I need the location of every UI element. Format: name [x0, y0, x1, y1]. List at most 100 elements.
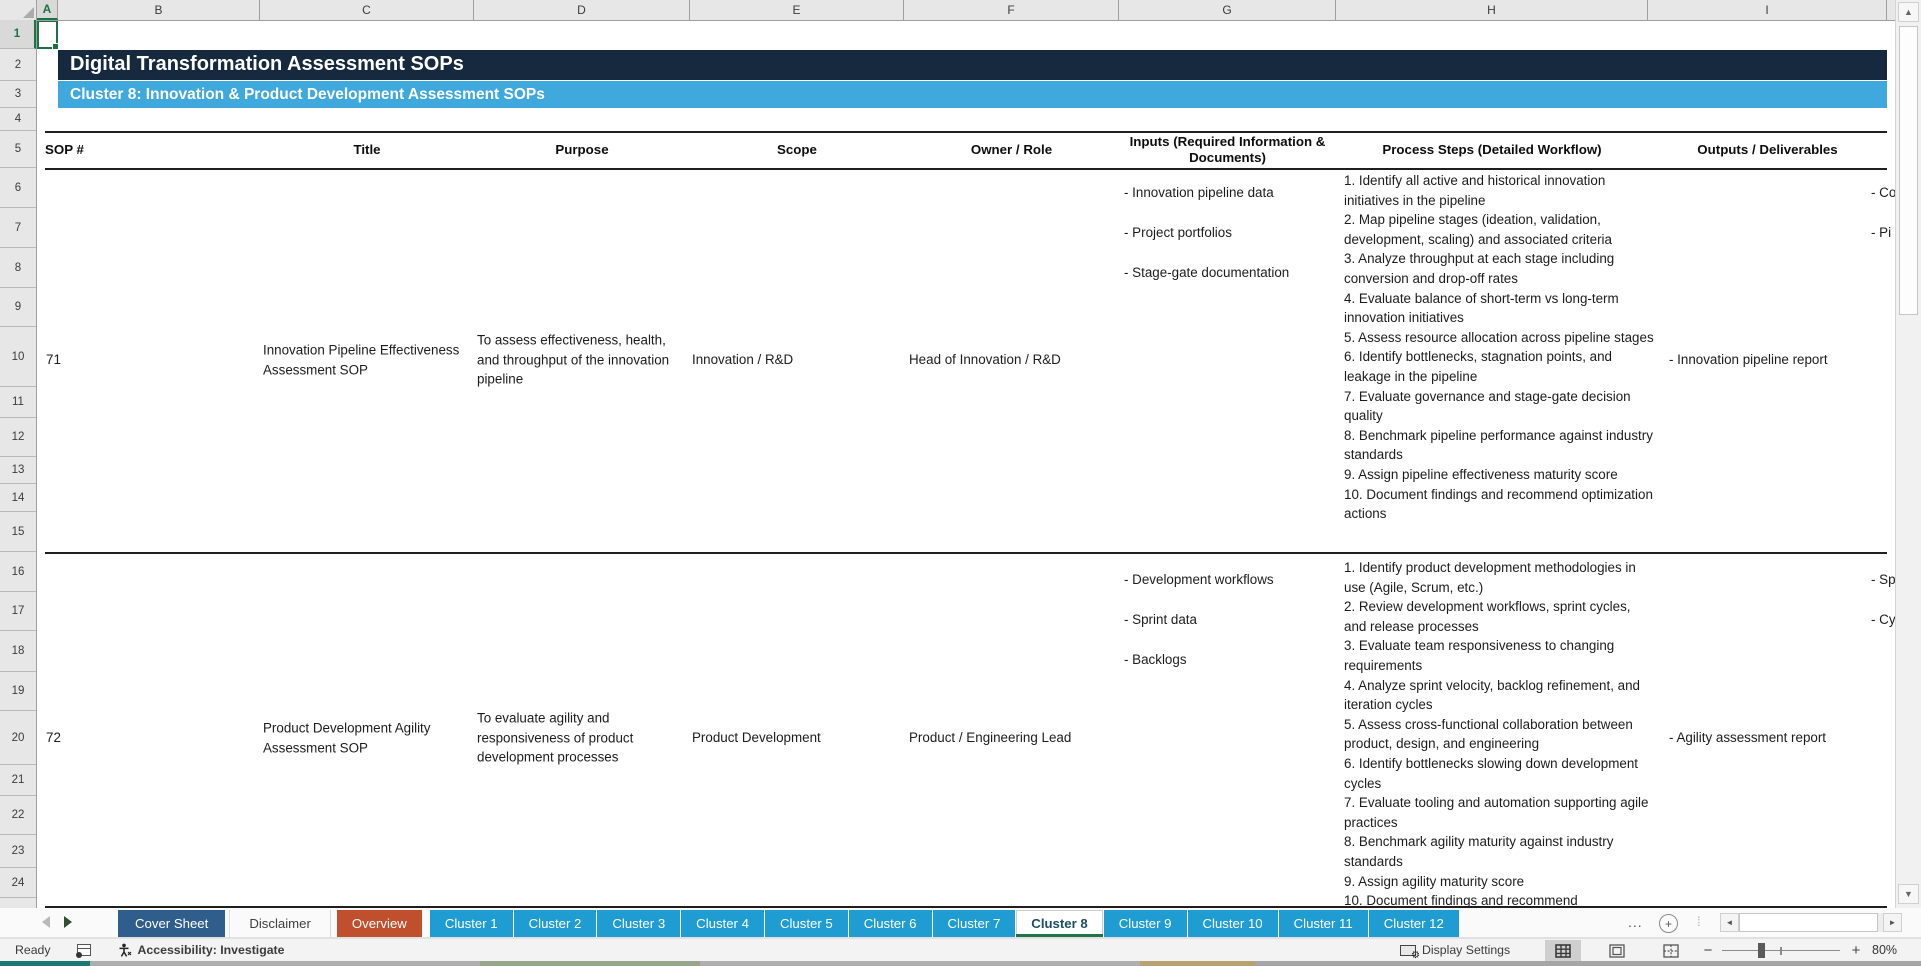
column-header-B[interactable]: B	[58, 0, 260, 20]
sheet-title-banner[interactable]: Digital Transformation Assessment SOPs	[58, 50, 1887, 80]
sheet-tab-cluster-6[interactable]: Cluster 6	[848, 910, 932, 937]
page-layout-view-button[interactable]	[1599, 940, 1635, 961]
cell-sop-number[interactable]: 71	[46, 350, 61, 370]
row-header-18[interactable]: 18	[0, 631, 36, 672]
zoom-slider[interactable]	[1722, 943, 1840, 958]
row-header-6[interactable]: 6	[0, 168, 36, 208]
macro-record-icon[interactable]	[75, 944, 91, 958]
table-column-header[interactable]: Process Steps (Detailed Workflow)	[1336, 131, 1648, 168]
sheet-tab-cluster-9[interactable]: Cluster 9	[1103, 910, 1187, 937]
row-header-8[interactable]: 8	[0, 248, 36, 288]
cell-title[interactable]: Innovation Pipeline Effectiveness Assess…	[263, 340, 475, 379]
scroll-down-button[interactable]: ▼	[1898, 884, 1919, 904]
sheet-tab-cluster-1[interactable]: Cluster 1	[429, 910, 513, 937]
sheet-tab-cluster-8[interactable]: Cluster 8	[1016, 910, 1103, 937]
row-header-22[interactable]: 22	[0, 796, 36, 835]
sheet-tab-cluster-11[interactable]: Cluster 11	[1278, 910, 1368, 937]
accessibility-checker-button[interactable]: Accessibility: Investigate	[117, 943, 285, 958]
table-column-header[interactable]: Inputs (Required Information & Documents…	[1119, 131, 1336, 168]
vertical-scrollbar-thumb[interactable]	[1899, 26, 1918, 315]
row-header-19[interactable]: 19	[0, 672, 36, 711]
row-header-23[interactable]: 23	[0, 835, 36, 868]
zoom-percentage[interactable]: 80%	[1872, 939, 1897, 961]
sheet-tab-cluster-2[interactable]: Cluster 2	[513, 910, 597, 937]
column-header-A[interactable]: A	[37, 0, 58, 20]
row-header-14[interactable]: 14	[0, 484, 36, 512]
sheet-tab-cluster-10[interactable]: Cluster 10	[1187, 910, 1278, 937]
select-all-corner[interactable]	[0, 0, 37, 20]
cell-title[interactable]: Product Development Agility Assessment S…	[263, 718, 475, 757]
cell-purpose[interactable]: To evaluate agility and responsiveness o…	[477, 709, 677, 768]
zoom-out-button[interactable]: −	[1698, 940, 1718, 961]
zoom-slider-thumb[interactable]	[1758, 943, 1765, 958]
cell-purpose[interactable]: To assess effectiveness, health, and thr…	[477, 331, 677, 390]
cell-outputs[interactable]: - Agility assessment report	[1669, 728, 1826, 748]
sheet-tab-cluster-5[interactable]: Cluster 5	[764, 910, 848, 937]
row-header-1[interactable]: 1	[0, 20, 36, 49]
row-header-17[interactable]: 17	[0, 592, 36, 631]
cluster-subtitle-banner[interactable]: Cluster 8: Innovation & Product Developm…	[58, 81, 1887, 108]
sheet-tab-cluster-4[interactable]: Cluster 4	[681, 910, 764, 937]
display-settings-button[interactable]: Display Settings	[1400, 939, 1510, 961]
cell-inputs[interactable]: - Development workflows - Sprint data - Ba…	[1124, 570, 1336, 689]
vertical-scrollbar[interactable]: ▲ ▼	[1895, 0, 1921, 908]
next-sheets-arrow-icon[interactable]	[64, 916, 72, 928]
cell-scope[interactable]: Innovation / R&D	[692, 350, 793, 370]
row-header-11[interactable]: 11	[0, 387, 36, 418]
row-header-21[interactable]: 21	[0, 765, 36, 796]
column-header-F[interactable]: F	[904, 0, 1119, 20]
column-header-G[interactable]: G	[1119, 0, 1336, 20]
row-header-3[interactable]: 3	[0, 81, 36, 108]
sheet-tab-cluster-12[interactable]: Cluster 12	[1368, 910, 1459, 937]
column-header-I[interactable]: I	[1648, 0, 1887, 20]
horizontal-scrollbar[interactable]	[1739, 913, 1883, 932]
sheet-tab-cluster-7[interactable]: Cluster 7	[932, 910, 1016, 937]
table-column-header[interactable]: Scope	[690, 131, 904, 168]
row-header-10[interactable]: 10	[0, 327, 36, 387]
table-column-header[interactable]: Outputs / Deliverables	[1648, 131, 1887, 168]
previous-sheets-arrow-icon[interactable]	[42, 916, 50, 928]
more-tabs-ellipsis[interactable]: ...	[1628, 914, 1643, 930]
normal-view-button[interactable]	[1545, 940, 1581, 961]
column-header-H[interactable]: H	[1336, 0, 1648, 20]
cell-scope[interactable]: Product Development	[692, 728, 821, 748]
fill-handle[interactable]	[52, 43, 59, 50]
cell-sop-number[interactable]: 72	[46, 728, 61, 748]
sheet-tab-overview[interactable]: Overview	[336, 910, 422, 937]
zoom-in-button[interactable]: +	[1846, 940, 1866, 961]
row-header-7[interactable]: 7	[0, 208, 36, 248]
hscroll-right-button[interactable]: ►	[1883, 913, 1902, 932]
scroll-up-button[interactable]: ▲	[1898, 2, 1919, 22]
row-header-12[interactable]: 12	[0, 418, 36, 457]
new-sheet-button[interactable]: +	[1659, 914, 1678, 933]
cell-owner[interactable]: Head of Innovation / R&D	[909, 350, 1061, 370]
sheet-tab-cluster-3[interactable]: Cluster 3	[597, 910, 681, 937]
hscroll-left-button[interactable]: ◄	[1720, 913, 1739, 932]
sheet-tab-cover-sheet[interactable]: Cover Sheet	[118, 910, 226, 937]
selected-cell-a1[interactable]	[37, 20, 59, 50]
table-column-header[interactable]: Owner / Role	[904, 131, 1119, 168]
sheet-tab-disclaimer[interactable]: Disclaimer	[229, 910, 331, 937]
tab-scrollbar-divider[interactable]: ⁞	[1697, 914, 1701, 929]
row-header-13[interactable]: 13	[0, 457, 36, 484]
cell-outputs[interactable]: - Innovation pipeline report	[1669, 350, 1828, 370]
column-header-C[interactable]: C	[260, 0, 474, 20]
row-header-16[interactable]: 16	[0, 552, 36, 592]
row-header-24[interactable]: 24	[0, 868, 36, 898]
cell-next-column-clipped[interactable]: - Sp - Cy	[1871, 570, 1895, 650]
table-column-header[interactable]: Title	[260, 131, 474, 168]
table-column-header[interactable]: Purpose	[474, 131, 690, 168]
page-break-preview-button[interactable]	[1653, 940, 1689, 961]
row-header-15[interactable]: 15	[0, 512, 36, 552]
row-header-20[interactable]: 20	[0, 711, 36, 765]
cell-inputs[interactable]: - Innovation pipeline data - Project port…	[1124, 183, 1336, 302]
column-header-E[interactable]: E	[690, 0, 904, 20]
row-header-4[interactable]: 4	[0, 108, 36, 131]
cell-next-column-clipped[interactable]: - Co - Pi	[1871, 183, 1895, 263]
row-header-5[interactable]: 5	[0, 131, 36, 168]
cell-process-steps[interactable]: 1. Identify product development methodol…	[1344, 558, 1656, 908]
column-header-D[interactable]: D	[474, 0, 690, 20]
table-column-header[interactable]: SOP #	[45, 131, 252, 168]
cell-owner[interactable]: Product / Engineering Lead	[909, 728, 1071, 748]
horizontal-scrollbar-thumb[interactable]	[1739, 913, 1878, 932]
